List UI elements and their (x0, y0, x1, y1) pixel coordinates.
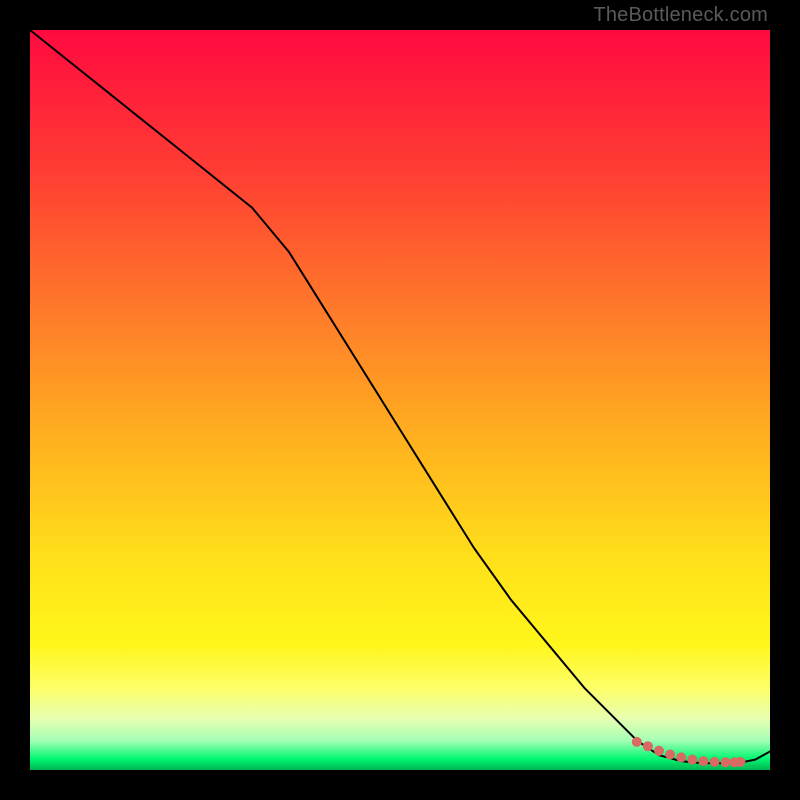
highlight-dot (643, 741, 653, 751)
highlight-dot (654, 746, 664, 756)
highlight-dot (632, 737, 642, 747)
highlight-dot (687, 755, 697, 765)
main-curve-line (30, 30, 770, 763)
highlight-dot (721, 757, 731, 767)
highlight-dot (710, 757, 720, 767)
highlight-dot (698, 756, 708, 766)
highlight-dot (735, 757, 745, 767)
highlight-band-dots (632, 737, 746, 767)
chart-stage: TheBottleneck.com (0, 0, 800, 800)
chart-overlay (30, 30, 770, 770)
highlight-dot (665, 750, 675, 760)
watermark-text: TheBottleneck.com (593, 4, 768, 27)
plot-area (30, 30, 770, 770)
highlight-dot (676, 752, 686, 762)
